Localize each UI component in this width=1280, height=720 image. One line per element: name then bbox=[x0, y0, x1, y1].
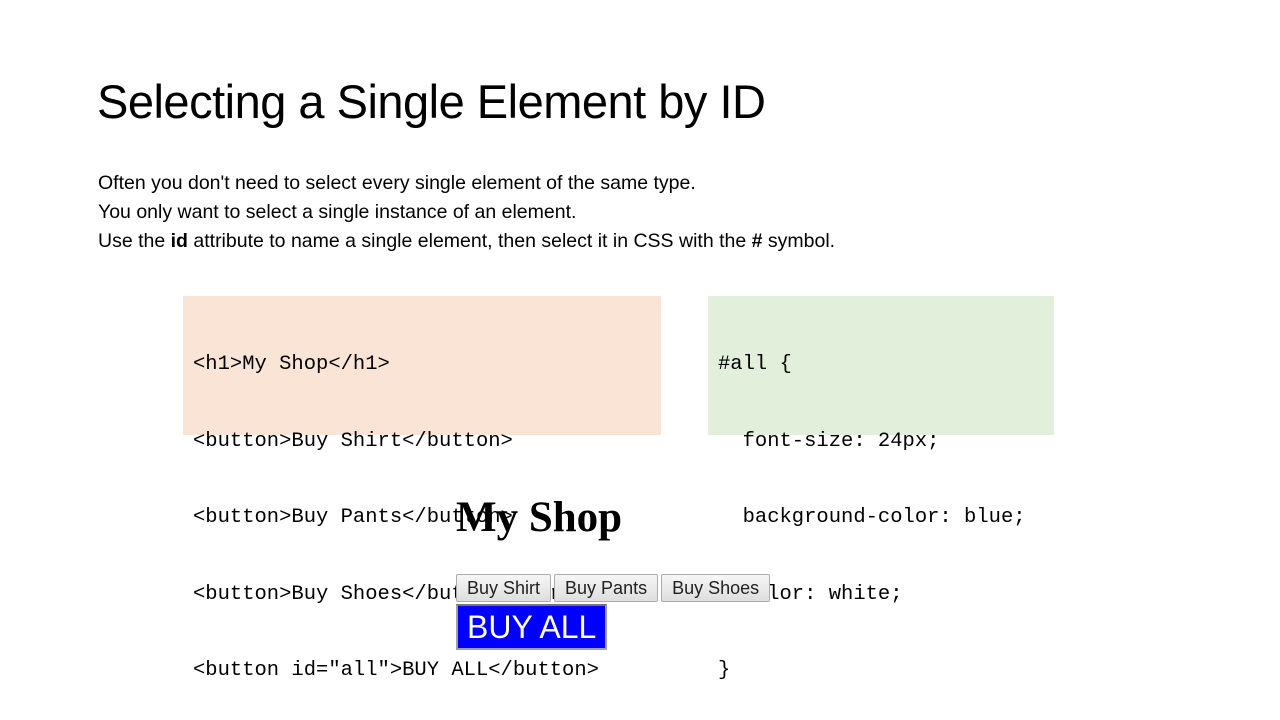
code-line: <button id="all">BUY ALL</button> bbox=[193, 659, 599, 682]
code-line: #all { bbox=[718, 353, 792, 376]
demo-button-row: Buy Shirt Buy Pants Buy Shoes bbox=[456, 574, 773, 602]
slide-title: Selecting a Single Element by ID bbox=[97, 75, 766, 128]
hash-symbol: # bbox=[751, 230, 763, 252]
body-line-1: Often you don't need to select every sin… bbox=[98, 172, 696, 194]
code-line: <button>Buy Shirt</button> bbox=[193, 429, 513, 453]
buy-shoes-button[interactable]: Buy Shoes bbox=[661, 574, 771, 602]
code-line: <h1>My Shop</h1> bbox=[193, 353, 390, 376]
slide-body: Often you don't need to select every sin… bbox=[98, 169, 835, 256]
buy-shirt-button[interactable]: Buy Shirt bbox=[456, 574, 552, 602]
body-text: attribute to name a single element, then… bbox=[187, 230, 752, 252]
body-line-2: You only want to select a single instanc… bbox=[98, 201, 577, 223]
body-text: symbol. bbox=[762, 230, 836, 252]
demo-heading: My Shop bbox=[456, 494, 623, 541]
buy-pants-button[interactable]: Buy Pants bbox=[554, 574, 659, 602]
rendered-demo: My Shop Buy Shirt Buy Pants Buy Shoes BUY … bbox=[456, 490, 773, 650]
html-code-block: <h1>My Shop</h1> <button>Buy Shirt</butt… bbox=[183, 296, 661, 682]
css-code-block: #all { font-size: 24px; background-color… bbox=[708, 296, 1054, 682]
code-line: } bbox=[718, 659, 731, 682]
body-line-3: Use the id attribute to name a single el… bbox=[98, 227, 835, 256]
code-line: font-size: 24px; bbox=[718, 429, 940, 453]
id-keyword: id bbox=[170, 230, 188, 252]
buy-all-button[interactable]: BUY ALL bbox=[456, 604, 608, 650]
body-text: Use the bbox=[98, 230, 171, 252]
